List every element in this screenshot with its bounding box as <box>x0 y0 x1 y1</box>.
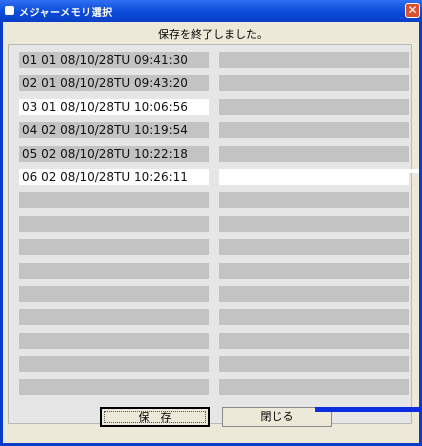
memory-slot-left-1[interactable]: 01 01 08/10/28TU 09:41:30 <box>19 52 209 68</box>
memory-slot-left-5[interactable]: 05 02 08/10/28TU 10:22:18 <box>19 145 209 162</box>
memory-slot-right-11[interactable] <box>219 285 409 302</box>
dialog-client-area: 保存を終了しました。 01 01 08/10/28TU 09:41:30 02 0… <box>3 22 419 443</box>
memory-slot-left-7[interactable] <box>19 192 209 209</box>
memory-slot-right-10[interactable] <box>219 262 409 279</box>
memory-slot-right-12[interactable] <box>219 309 409 326</box>
memory-slot-right-14[interactable] <box>219 356 409 373</box>
memory-slot-left-6[interactable]: 06 02 08/10/28TU 10:26:11 <box>19 168 209 185</box>
memory-slot-left-8[interactable] <box>19 215 209 232</box>
white-overlay-bar <box>333 169 419 173</box>
title-bar[interactable]: メジャーメモリ選択 ✕ <box>0 0 422 22</box>
memory-slot-right-8[interactable] <box>219 215 409 232</box>
memory-slot-left-14[interactable] <box>19 356 209 373</box>
dialog-window: メジャーメモリ選択 ✕ 保存を終了しました。 01 01 08/10/28TU … <box>0 0 422 446</box>
memory-slot-right-2[interactable] <box>219 75 409 92</box>
close-window-button[interactable]: ✕ <box>405 3 420 18</box>
memory-slot-right-13[interactable] <box>219 332 409 349</box>
window-title: メジャーメモリ選択 <box>19 8 113 19</box>
memory-slot-right-3[interactable] <box>219 98 409 115</box>
memory-slot-right-5[interactable] <box>219 145 409 162</box>
memory-slot-left-2[interactable]: 02 01 08/10/28TU 09:43:20 <box>19 75 209 92</box>
close-icon: ✕ <box>407 3 418 17</box>
save-button[interactable]: 保 存 <box>100 407 210 427</box>
memory-slot-right-15[interactable] <box>219 379 409 396</box>
memory-slot-left-13[interactable] <box>19 332 209 349</box>
memory-slot-column-left: 01 01 08/10/28TU 09:41:30 02 01 08/10/28T… <box>19 52 209 403</box>
memory-slot-left-4[interactable]: 04 02 08/10/28TU 10:19:54 <box>19 122 209 139</box>
memory-slot-grid: 01 01 08/10/28TU 09:41:30 02 01 08/10/28T… <box>8 44 412 424</box>
memory-slot-left-12[interactable] <box>19 309 209 326</box>
memory-slot-right-1[interactable] <box>219 52 409 68</box>
blue-accent-bar <box>315 407 422 412</box>
memory-slot-left-9[interactable] <box>19 239 209 256</box>
memory-slot-left-10[interactable] <box>19 262 209 279</box>
memory-slot-right-4[interactable] <box>219 122 409 139</box>
status-message: 保存を終了しました。 <box>158 28 268 41</box>
memory-slot-column-right <box>219 52 409 403</box>
memory-slot-right-9[interactable] <box>219 239 409 256</box>
memory-slot-right-7[interactable] <box>219 192 409 209</box>
memory-slot-left-15[interactable] <box>19 379 209 396</box>
memory-slot-left-3[interactable]: 03 01 08/10/28TU 10:06:56 <box>19 98 209 115</box>
app-icon <box>5 6 14 15</box>
memory-slot-left-11[interactable] <box>19 285 209 302</box>
